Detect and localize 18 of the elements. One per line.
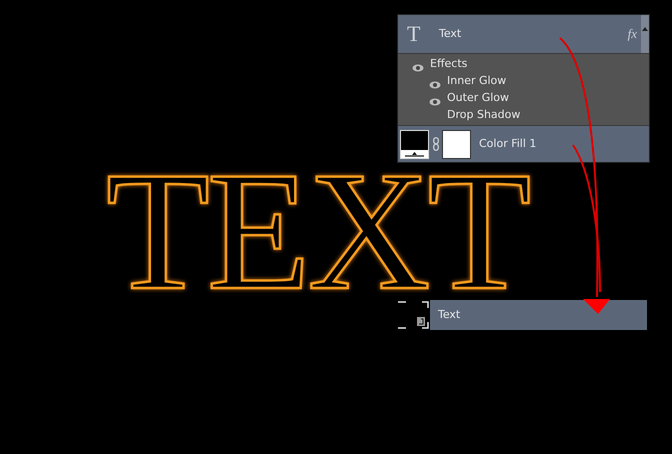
scroll-up-icon[interactable]: [642, 27, 648, 31]
dragged-layer-row[interactable]: Text: [398, 300, 647, 330]
effect-item[interactable]: Drop Shadow: [447, 107, 520, 124]
link-chain-icon[interactable]: [433, 137, 439, 151]
scrollbar[interactable]: [641, 15, 649, 53]
effect-item[interactable]: Inner Glow: [447, 73, 506, 90]
layer-name: Color Fill 1: [479, 136, 536, 152]
mask-thumbnail: [442, 130, 471, 158]
fill-thumbnail: [400, 130, 429, 158]
canvas-text-artwork: TEXT: [106, 172, 528, 291]
layer-name: Text: [438, 306, 460, 323]
effects-label[interactable]: Effects: [430, 56, 468, 73]
type-layer-icon: T: [407, 23, 423, 45]
layer-row[interactable]: T Text fx: [398, 15, 649, 53]
layer-name: Text: [439, 26, 462, 42]
effect-item[interactable]: Outer Glow: [447, 90, 510, 107]
fx-icon: fx: [628, 24, 637, 44]
layer-row[interactable]: Color Fill 1: [398, 126, 649, 162]
